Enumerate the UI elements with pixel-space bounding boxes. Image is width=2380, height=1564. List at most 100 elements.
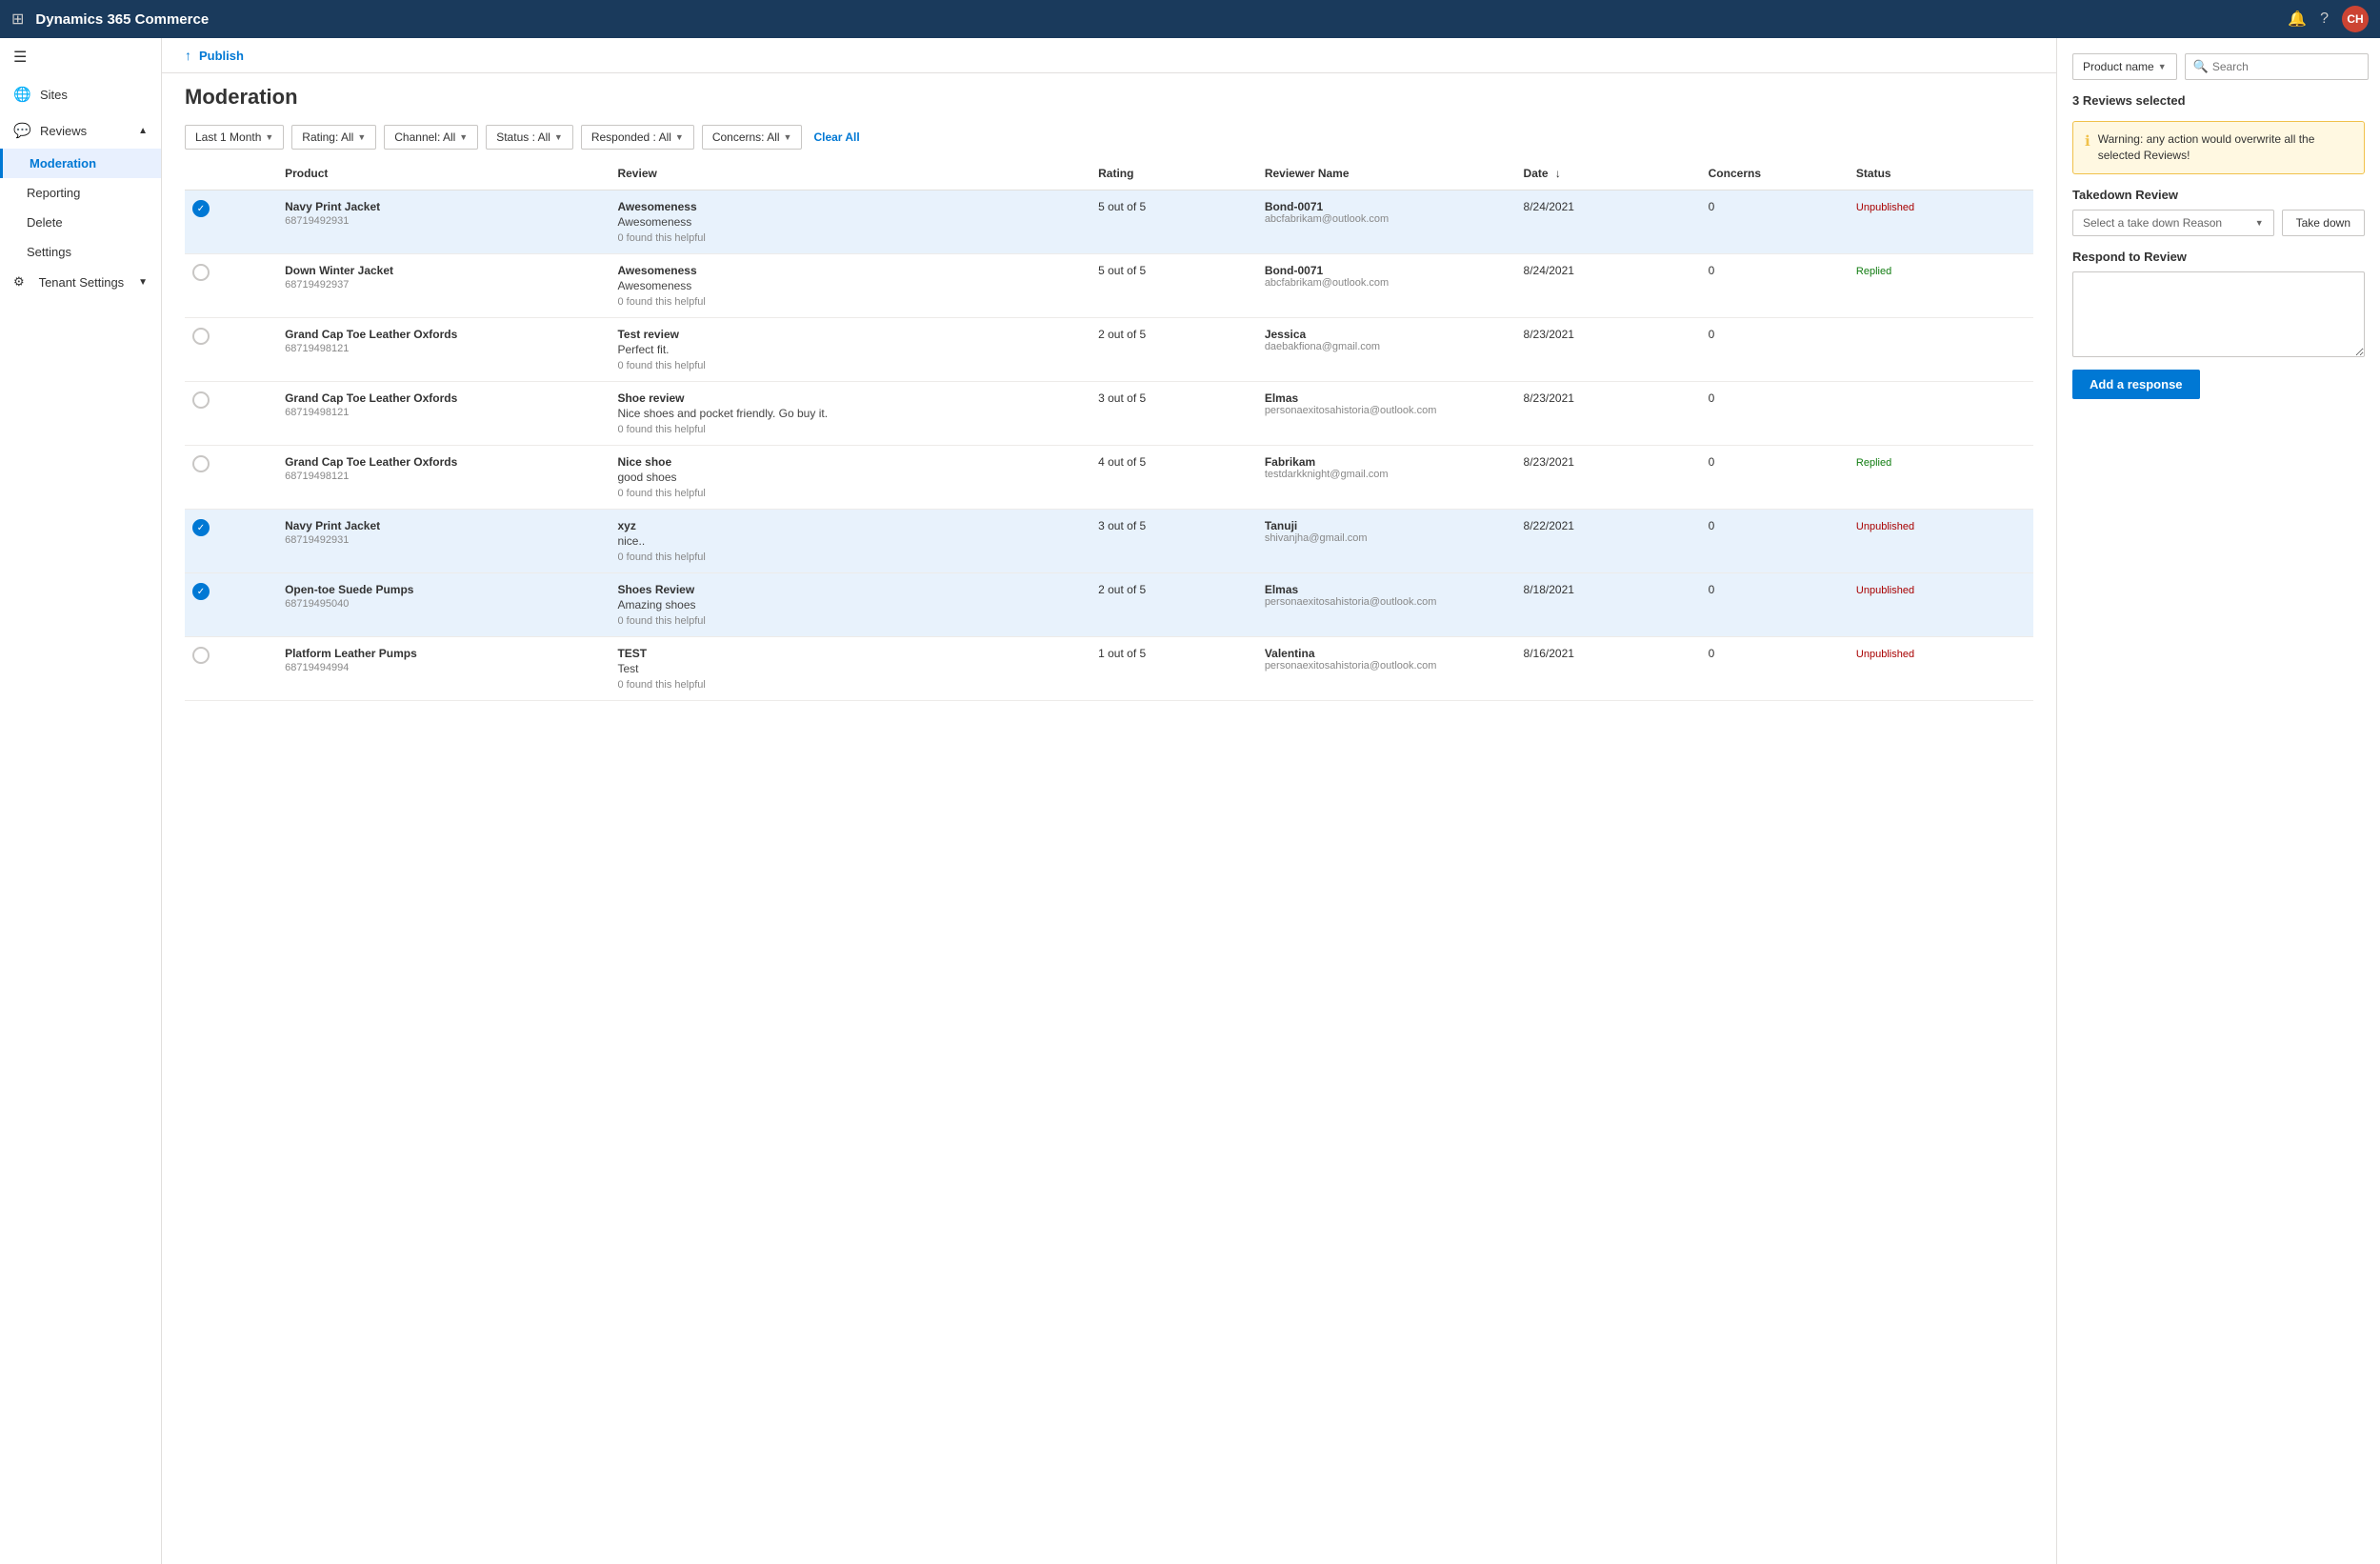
avatar[interactable]: CH — [2342, 6, 2369, 32]
reviewer-email: personaexitosahistoria@outlook.com — [1265, 596, 1509, 608]
concerns-value: 0 — [1709, 647, 1715, 660]
reviewer-email: shivanjha@gmail.com — [1265, 532, 1509, 544]
row-checkbox[interactable] — [185, 318, 277, 382]
cell-concerns: 0 — [1701, 637, 1849, 701]
cell-rating: 1 out of 5 — [1090, 637, 1257, 701]
sidebar-item-sites[interactable]: 🌐 Sites — [0, 76, 161, 112]
cell-reviewer: Tanuji shivanjha@gmail.com — [1257, 510, 1516, 573]
filter-concerns[interactable]: Concerns: All ▼ — [702, 125, 803, 150]
respond-textarea[interactable] — [2072, 271, 2365, 357]
concerns-value: 0 — [1709, 583, 1715, 596]
cell-reviewer: Valentina personaexitosahistoria@outlook… — [1257, 637, 1516, 701]
table-row[interactable]: ✓ Navy Print Jacket 68719492931 xyz nice… — [185, 510, 2033, 573]
sidebar-item-tenant-settings[interactable]: ⚙ Tenant Settings ▼ — [0, 267, 161, 297]
cell-review: Test review Perfect fit. 0 found this he… — [610, 318, 1090, 382]
cell-product: Navy Print Jacket 68719492931 — [277, 510, 610, 573]
table-row[interactable]: ✓ Navy Print Jacket 68719492931 Awesomen… — [185, 190, 2033, 254]
rating-value: 3 out of 5 — [1098, 391, 1146, 405]
th-rating: Rating — [1090, 157, 1257, 190]
search-row: Product name ▼ 🔍 — [2072, 53, 2365, 80]
review-body: Nice shoes and pocket friendly. Go buy i… — [617, 407, 1083, 420]
table-row[interactable]: Grand Cap Toe Leather Oxfords 6871949812… — [185, 318, 2033, 382]
takedown-row: Select a take down Reason ▼ Take down — [2072, 210, 2365, 236]
cell-rating: 3 out of 5 — [1090, 510, 1257, 573]
clear-all-button[interactable]: Clear All — [813, 130, 859, 144]
hamburger-menu[interactable]: ☰ — [0, 38, 161, 76]
cell-reviewer: Bond-0071 abcfabrikam@outlook.com — [1257, 254, 1516, 318]
warning-box: ℹ Warning: any action would overwrite al… — [2072, 121, 2365, 174]
sidebar-item-reviews-label: Reviews — [40, 124, 87, 138]
help-icon[interactable]: ? — [2320, 10, 2329, 28]
date-value: 8/24/2021 — [1524, 200, 1574, 213]
checkbox-circle[interactable]: ✓ — [192, 200, 210, 217]
sidebar-tenant-label: ⚙ — [13, 274, 25, 290]
cell-status — [1849, 318, 2033, 382]
checkbox-circle[interactable] — [192, 264, 210, 281]
row-checkbox[interactable]: ✓ — [185, 510, 277, 573]
filter-responded[interactable]: Responded : All ▼ — [581, 125, 694, 150]
cell-date: 8/18/2021 — [1516, 573, 1701, 637]
cell-status: Unpublished — [1849, 637, 2033, 701]
cell-status: Replied — [1849, 446, 2033, 510]
product-name: Navy Print Jacket — [285, 200, 602, 213]
row-checkbox[interactable]: ✓ — [185, 190, 277, 254]
selected-count: 3 Reviews selected — [2072, 93, 2365, 108]
helpful-text: 0 found this helpful — [617, 424, 1083, 435]
filter-status[interactable]: Status : All ▼ — [486, 125, 573, 150]
row-checkbox[interactable]: ✓ — [185, 573, 277, 637]
sidebar-item-settings[interactable]: Settings — [0, 237, 161, 267]
grid-icon[interactable]: ⊞ — [11, 10, 24, 29]
takedown-select[interactable]: Select a take down Reason ▼ — [2072, 210, 2274, 236]
sidebar-item-delete[interactable]: Delete — [0, 208, 161, 237]
publish-button[interactable]: Publish — [199, 49, 244, 63]
checkbox-circle[interactable] — [192, 328, 210, 345]
row-checkbox[interactable] — [185, 382, 277, 446]
cell-status: Unpublished — [1849, 573, 2033, 637]
sidebar-item-reviews[interactable]: 💬 Reviews ▲ — [0, 112, 161, 149]
search-input[interactable] — [2212, 60, 2360, 73]
sidebar-item-reporting[interactable]: Reporting — [0, 178, 161, 208]
concerns-value: 0 — [1709, 200, 1715, 213]
add-response-button[interactable]: Add a response — [2072, 370, 2200, 399]
table-row[interactable]: Grand Cap Toe Leather Oxfords 6871949812… — [185, 446, 2033, 510]
th-date[interactable]: Date ↓ — [1516, 157, 1701, 190]
row-checkbox[interactable] — [185, 637, 277, 701]
rating-value: 5 out of 5 — [1098, 200, 1146, 213]
date-value: 8/16/2021 — [1524, 647, 1574, 660]
cell-product: Grand Cap Toe Leather Oxfords 6871949812… — [277, 446, 610, 510]
cell-reviewer: Elmas personaexitosahistoria@outlook.com — [1257, 573, 1516, 637]
takedown-button[interactable]: Take down — [2282, 210, 2365, 236]
cell-status — [1849, 382, 2033, 446]
sidebar: ☰ 🌐 Sites 💬 Reviews ▲ Moderation Reporti… — [0, 38, 162, 1564]
cell-review: Nice shoe good shoes 0 found this helpfu… — [610, 446, 1090, 510]
checkbox-circle[interactable]: ✓ — [192, 583, 210, 600]
table-row[interactable]: Platform Leather Pumps 68719494994 TEST … — [185, 637, 2033, 701]
notification-icon[interactable]: 🔔 — [2288, 10, 2307, 29]
row-checkbox[interactable] — [185, 446, 277, 510]
checkbox-circle[interactable] — [192, 455, 210, 472]
filter-channel[interactable]: Channel: All ▼ — [384, 125, 478, 150]
checkbox-circle[interactable]: ✓ — [192, 519, 210, 536]
filter-rating[interactable]: Rating: All ▼ — [291, 125, 376, 150]
cell-concerns: 0 — [1701, 254, 1849, 318]
checkbox-circle[interactable] — [192, 647, 210, 664]
product-name: Grand Cap Toe Leather Oxfords — [285, 455, 602, 469]
review-title: Nice shoe — [617, 455, 1083, 469]
table-row[interactable]: Down Winter Jacket 68719492937 Awesomene… — [185, 254, 2033, 318]
row-checkbox[interactable] — [185, 254, 277, 318]
helpful-text: 0 found this helpful — [617, 232, 1083, 244]
filter-date-label: Last 1 Month — [195, 130, 261, 144]
right-panel: Product name ▼ 🔍 3 Reviews selected ℹ Wa… — [2056, 38, 2380, 1564]
cell-reviewer: Bond-0071 abcfabrikam@outlook.com — [1257, 190, 1516, 254]
respond-section: Respond to Review Add a response — [2072, 250, 2365, 399]
status-badge: Unpublished — [1856, 521, 1914, 532]
checkbox-circle[interactable] — [192, 391, 210, 409]
filter-date[interactable]: Last 1 Month ▼ — [185, 125, 284, 150]
product-name-dropdown[interactable]: Product name ▼ — [2072, 53, 2177, 80]
sidebar-item-moderation[interactable]: Moderation — [0, 149, 161, 178]
table-row[interactable]: ✓ Open-toe Suede Pumps 68719495040 Shoes… — [185, 573, 2033, 637]
review-body: Test — [617, 662, 1083, 675]
review-body: Amazing shoes — [617, 598, 1083, 612]
table-row[interactable]: Grand Cap Toe Leather Oxfords 6871949812… — [185, 382, 2033, 446]
date-value: 8/23/2021 — [1524, 328, 1574, 341]
